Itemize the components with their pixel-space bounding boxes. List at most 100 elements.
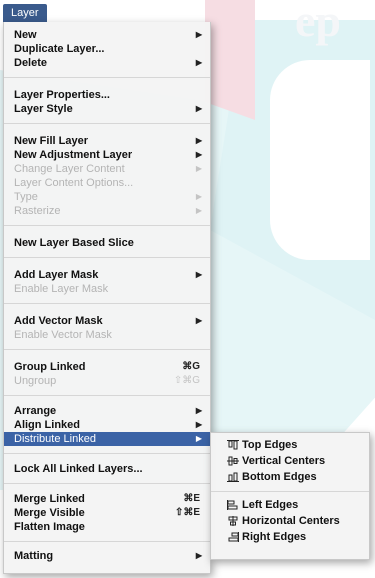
distribute-top-edges-icon bbox=[227, 440, 239, 450]
menu-item-label: Add Vector Mask bbox=[14, 315, 103, 327]
menu-item-merge-visible[interactable]: Merge Visible ⇧⌘E bbox=[4, 506, 210, 520]
menu-item-new-layer-based-slice[interactable]: New Layer Based Slice bbox=[4, 236, 210, 250]
distribute-vertical-centers-icon bbox=[227, 456, 239, 466]
submenu-arrow-icon: ▶ bbox=[195, 136, 202, 145]
submenu-item-label: Bottom Edges bbox=[242, 471, 317, 483]
distribute-linked-submenu: Top Edges Vertical Centers Bottom Edges … bbox=[210, 432, 370, 560]
menu-separator bbox=[4, 541, 210, 542]
distribute-bottom-edges-icon bbox=[227, 472, 239, 482]
distribute-left-edges-icon bbox=[227, 500, 238, 510]
menu-item-change-layer-content: Change Layer Content ▶ bbox=[4, 162, 210, 176]
menu-item-enable-vector-mask: Enable Vector Mask bbox=[4, 328, 210, 342]
submenu-item-label: Left Edges bbox=[242, 499, 299, 511]
menu-item-label: Enable Layer Mask bbox=[14, 283, 109, 295]
background-shape bbox=[205, 0, 255, 120]
menu-item-lock-all-linked-layers[interactable]: Lock All Linked Layers... bbox=[4, 462, 210, 476]
menu-item-new[interactable]: New ▶ bbox=[4, 28, 210, 42]
submenu-item-top-edges[interactable]: Top Edges bbox=[211, 438, 369, 452]
menu-item-merge-linked[interactable]: Merge Linked ⌘E bbox=[4, 492, 210, 506]
menu-item-new-fill-layer[interactable]: New Fill Layer ▶ bbox=[4, 134, 210, 148]
distribute-right-edges-icon bbox=[228, 532, 239, 542]
background-shape bbox=[270, 60, 370, 260]
menu-item-align-linked[interactable]: Align Linked ▶ bbox=[4, 418, 210, 432]
submenu-item-right-edges[interactable]: Right Edges bbox=[211, 530, 369, 544]
submenu-arrow-icon: ▶ bbox=[195, 434, 202, 443]
background-text: ep bbox=[295, 0, 341, 46]
menu-item-label: Merge Linked bbox=[14, 493, 85, 505]
menu-separator bbox=[4, 77, 210, 78]
submenu-item-bottom-edges[interactable]: Bottom Edges bbox=[211, 470, 369, 484]
menu-item-layer-properties[interactable]: Layer Properties... bbox=[4, 88, 210, 102]
menu-item-layer-content-options: Layer Content Options... bbox=[4, 176, 210, 190]
menu-item-label: New bbox=[14, 29, 37, 41]
menu-separator bbox=[4, 257, 210, 258]
menu-item-label: Merge Visible bbox=[14, 507, 85, 519]
menu-item-label: Add Layer Mask bbox=[14, 269, 99, 281]
submenu-item-vertical-centers[interactable]: Vertical Centers bbox=[211, 454, 369, 468]
shortcut-label: ⌘E bbox=[183, 493, 200, 504]
menu-item-label: Ungroup bbox=[14, 375, 57, 387]
shortcut-label: ⇧⌘E bbox=[174, 507, 200, 518]
menu-item-enable-layer-mask: Enable Layer Mask bbox=[4, 282, 210, 296]
menu-item-label: Group Linked bbox=[14, 361, 86, 373]
submenu-item-left-edges[interactable]: Left Edges bbox=[211, 498, 369, 512]
menu-item-label: Align Linked bbox=[14, 419, 80, 431]
menu-item-delete[interactable]: Delete ▶ bbox=[4, 56, 210, 70]
menu-item-label: Layer Properties... bbox=[14, 89, 110, 101]
menu-separator bbox=[4, 349, 210, 350]
menu-item-label: Delete bbox=[14, 57, 48, 69]
menu-item-layer-style[interactable]: Layer Style ▶ bbox=[4, 102, 210, 116]
menu-item-group-linked[interactable]: Group Linked ⌘G bbox=[4, 360, 210, 374]
menu-item-add-layer-mask[interactable]: Add Layer Mask ▶ bbox=[4, 268, 210, 282]
menu-item-label: Type bbox=[14, 191, 38, 203]
menu-item-label: Matting bbox=[14, 550, 54, 562]
submenu-arrow-icon: ▶ bbox=[195, 58, 202, 67]
menu-item-label: Enable Vector Mask bbox=[14, 329, 112, 341]
menubar-layer-tab[interactable]: Layer bbox=[3, 4, 47, 22]
submenu-arrow-icon: ▶ bbox=[195, 192, 202, 201]
menu-item-duplicate-layer[interactable]: Duplicate Layer... bbox=[4, 42, 210, 56]
menu-item-flatten-image[interactable]: Flatten Image bbox=[4, 520, 210, 534]
menu-item-rasterize: Rasterize ▶ bbox=[4, 204, 210, 218]
menu-item-label: Layer Style bbox=[14, 103, 73, 115]
submenu-arrow-icon: ▶ bbox=[195, 316, 202, 325]
submenu-arrow-icon: ▶ bbox=[195, 104, 202, 113]
menu-separator bbox=[4, 303, 210, 304]
menu-item-label: Rasterize bbox=[14, 205, 61, 217]
menu-item-label: New Fill Layer bbox=[14, 135, 88, 147]
submenu-arrow-icon: ▶ bbox=[195, 30, 202, 39]
menu-item-label: Change Layer Content bbox=[14, 163, 125, 175]
menu-item-matting[interactable]: Matting ▶ bbox=[4, 549, 210, 563]
shortcut-label: ⇧⌘G bbox=[173, 375, 200, 386]
menu-item-distribute-linked[interactable]: Distribute Linked ▶ bbox=[4, 432, 210, 446]
submenu-arrow-icon: ▶ bbox=[195, 206, 202, 215]
submenu-item-label: Vertical Centers bbox=[242, 455, 326, 467]
menu-item-arrange[interactable]: Arrange ▶ bbox=[4, 404, 210, 418]
menu-item-label: Distribute Linked bbox=[14, 433, 96, 445]
menu-item-label: New Layer Based Slice bbox=[14, 237, 134, 249]
submenu-arrow-icon: ▶ bbox=[195, 420, 202, 429]
menu-item-label: Duplicate Layer... bbox=[14, 43, 105, 55]
submenu-item-label: Horizontal Centers bbox=[242, 515, 340, 527]
submenu-separator bbox=[211, 491, 369, 492]
menu-separator bbox=[4, 483, 210, 484]
menu-separator bbox=[4, 453, 210, 454]
menu-item-label: Arrange bbox=[14, 405, 57, 417]
shortcut-label: ⌘G bbox=[182, 361, 200, 372]
menu-item-new-adjustment-layer[interactable]: New Adjustment Layer ▶ bbox=[4, 148, 210, 162]
menu-item-label: Flatten Image bbox=[14, 521, 85, 533]
menu-item-add-vector-mask[interactable]: Add Vector Mask ▶ bbox=[4, 314, 210, 328]
submenu-item-horizontal-centers[interactable]: Horizontal Centers bbox=[211, 514, 369, 528]
submenu-arrow-icon: ▶ bbox=[195, 551, 202, 560]
layer-menu: New ▶ Duplicate Layer... Delete ▶ Layer Pr… bbox=[3, 22, 211, 574]
submenu-arrow-icon: ▶ bbox=[195, 270, 202, 279]
distribute-horizontal-centers-icon bbox=[228, 516, 238, 526]
submenu-arrow-icon: ▶ bbox=[195, 164, 202, 173]
submenu-arrow-icon: ▶ bbox=[195, 150, 202, 159]
menu-item-label: Layer Content Options... bbox=[14, 177, 134, 189]
menu-separator bbox=[4, 225, 210, 226]
menu-item-type: Type ▶ bbox=[4, 190, 210, 204]
submenu-item-label: Right Edges bbox=[242, 531, 307, 543]
menu-separator bbox=[4, 395, 210, 396]
submenu-item-label: Top Edges bbox=[242, 439, 298, 451]
